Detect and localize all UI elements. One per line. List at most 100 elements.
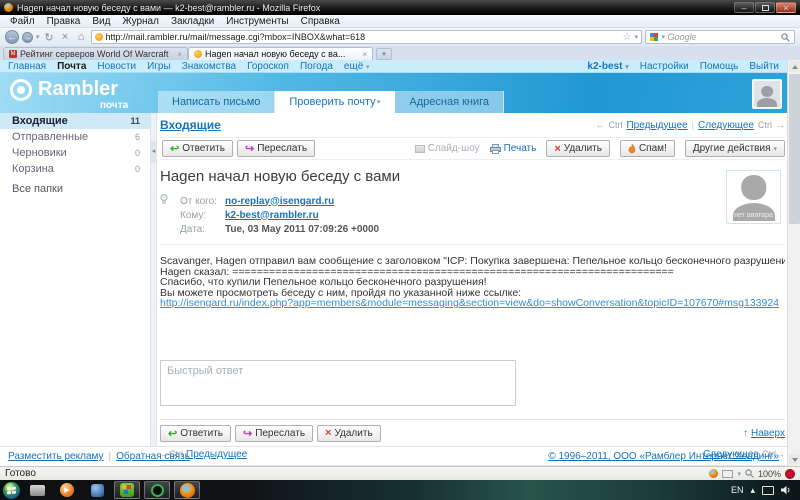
tray-expand-icon[interactable]: ▴ [750,485,755,496]
mail-status-icon[interactable] [722,470,733,478]
printer-icon [490,144,501,154]
menu-bookmarks[interactable]: Закладки [165,16,220,27]
delete-button-bottom[interactable]: ×Удалить [317,425,381,442]
nav-item-games[interactable]: Игры [147,61,171,72]
sidebar-item-sent[interactable]: Отправленные6 [0,129,150,145]
close-button[interactable]: × [776,2,796,13]
tab-wow-rating[interactable]: M Рейтинг серверов World Of Warcraft × [3,47,188,60]
print-button[interactable]: Печать [490,143,537,154]
reply-button-bottom[interactable]: ↩Ответить [160,425,231,442]
nav-item-news[interactable]: Новости [97,61,136,72]
stop-button[interactable]: × [59,31,72,43]
conversation-link[interactable]: http://isengard.ru/index.php?app=members… [160,297,779,309]
nav-item-mail[interactable]: Почта [57,61,86,72]
nav-item-weather[interactable]: Погода [300,61,333,72]
taskbar-icon-torrent[interactable] [144,481,170,499]
forward-button[interactable]: → [22,32,33,43]
scroll-up-button[interactable] [789,61,800,72]
more-actions-button[interactable]: Другие действия▾ [685,140,785,157]
search-placeholder[interactable]: Google [668,32,778,42]
bookmark-star-icon[interactable]: ☆ [623,32,632,43]
firefox-status-icon[interactable] [709,469,718,478]
delete-icon: × [554,143,560,155]
nav-item-main[interactable]: Главная [8,61,46,72]
collapse-sidebar-icon[interactable]: ◂ [151,141,156,163]
maximize-button[interactable] [755,2,775,13]
scrollbar[interactable] [787,60,800,466]
forward-button-bottom[interactable]: ↪Переслать [235,425,313,442]
reload-button[interactable]: ↻ [43,31,56,44]
from-address-link[interactable]: no-replay@isengard.ru [225,196,334,207]
sidebar-item-trash[interactable]: Корзина0 [0,161,150,177]
forward-button[interactable]: ↪Переслать [237,140,315,157]
user-menu[interactable]: k2-best ▾ [587,61,628,72]
menu-help[interactable]: Справка [295,16,346,27]
search-icon[interactable] [781,33,790,42]
copyright-link[interactable]: © 1996–2011, ООО «Рамблер Интернет Холди… [548,451,779,462]
new-tab-button[interactable]: + [376,48,392,60]
menu-edit[interactable]: Правка [41,16,87,27]
tab-check-mail[interactable]: Проверить почту▾ [275,91,395,113]
reply-button[interactable]: ↩Ответить [162,140,233,157]
divider [160,419,785,420]
history-dropdown-icon[interactable]: ▾ [36,33,40,41]
tab-close-icon[interactable]: × [177,50,182,59]
back-to-top[interactable]: ↑Наверх [743,428,785,439]
taskbar-icon-app-blue[interactable] [84,481,110,499]
slideshow-button[interactable]: Слайд-шоу [415,143,480,154]
language-indicator[interactable]: EN [731,485,744,495]
advertise-link[interactable]: Разместить рекламу [8,451,104,462]
taskbar-icon-explorer[interactable] [24,481,50,499]
prev-message-link[interactable]: Предыдущее [626,120,687,131]
status-dropdown-icon[interactable]: ▾ [737,470,741,478]
delete-button[interactable]: ×Удалить [546,140,610,157]
nav-item-dating[interactable]: Знакомства [182,61,236,72]
network-icon[interactable] [762,486,774,495]
tab-compose[interactable]: Написать письмо [158,91,275,113]
rambler-logo[interactable]: Rambler [10,78,118,101]
adblock-icon[interactable] [785,469,795,479]
url-text[interactable]: http://mail.rambler.ru/mail/message.cgi?… [106,32,620,42]
menu-history[interactable]: Журнал [116,16,165,27]
sidebar-item-all-folders[interactable]: Все папки [0,181,150,197]
back-button[interactable]: ← [5,30,19,44]
sidebar-item-inbox[interactable]: Входящие11 [0,113,150,129]
zoom-icon[interactable] [745,469,754,478]
help-link[interactable]: Помощь [700,61,739,72]
scroll-down-button[interactable] [789,454,800,465]
volume-icon[interactable] [781,485,791,495]
start-button[interactable] [3,482,20,499]
minimize-button[interactable]: – [734,2,754,13]
menu-file[interactable]: Файл [4,16,41,27]
google-icon[interactable] [650,33,658,41]
nav-item-horoscope[interactable]: Гороскоп [247,61,289,72]
header-avatar[interactable] [752,79,782,109]
tab-address-book[interactable]: Адресная книга [395,91,504,113]
sidebar-item-drafts[interactable]: Черновики0 [0,145,150,161]
sidebar-splitter[interactable]: ◂ [150,113,157,446]
next-message-link[interactable]: Следующее [698,120,754,131]
taskbar-icon-firefox[interactable] [174,481,200,499]
to-address-link[interactable]: k2-best@rambler.ru [225,210,319,221]
zoom-level[interactable]: 100% [758,469,781,479]
url-bar[interactable]: http://mail.rambler.ru/mail/message.cgi?… [91,30,642,44]
url-dropdown-icon[interactable]: ▾ [634,33,638,41]
tab-close-icon[interactable]: × [362,50,367,59]
search-input[interactable]: ▾ Google [645,30,795,44]
breadcrumb[interactable]: Входящие [160,118,221,132]
check-mail-caret-icon[interactable]: ▾ [377,98,381,106]
search-engine-dropdown-icon[interactable]: ▾ [661,33,665,41]
logout-link[interactable]: Выйти [749,61,779,72]
menu-tools[interactable]: Инструменты [220,16,294,27]
feedback-link[interactable]: Обратная связь [116,451,190,462]
menu-view[interactable]: Вид [86,16,116,27]
tab-mail-message[interactable]: Hagen начал новую беседу с ва... × [188,47,373,60]
spam-button[interactable]: Спам! [620,140,675,157]
quick-reply-textarea[interactable] [160,360,516,406]
taskbar-icon-app-green[interactable] [114,481,140,499]
home-button[interactable]: ⌂ [75,31,88,43]
settings-link[interactable]: Настройки [640,61,689,72]
scrollbar-thumb[interactable] [789,74,800,224]
taskbar-icon-media-player[interactable]: ▶ [54,481,80,499]
nav-item-more[interactable]: ещё ▾ [344,61,370,72]
